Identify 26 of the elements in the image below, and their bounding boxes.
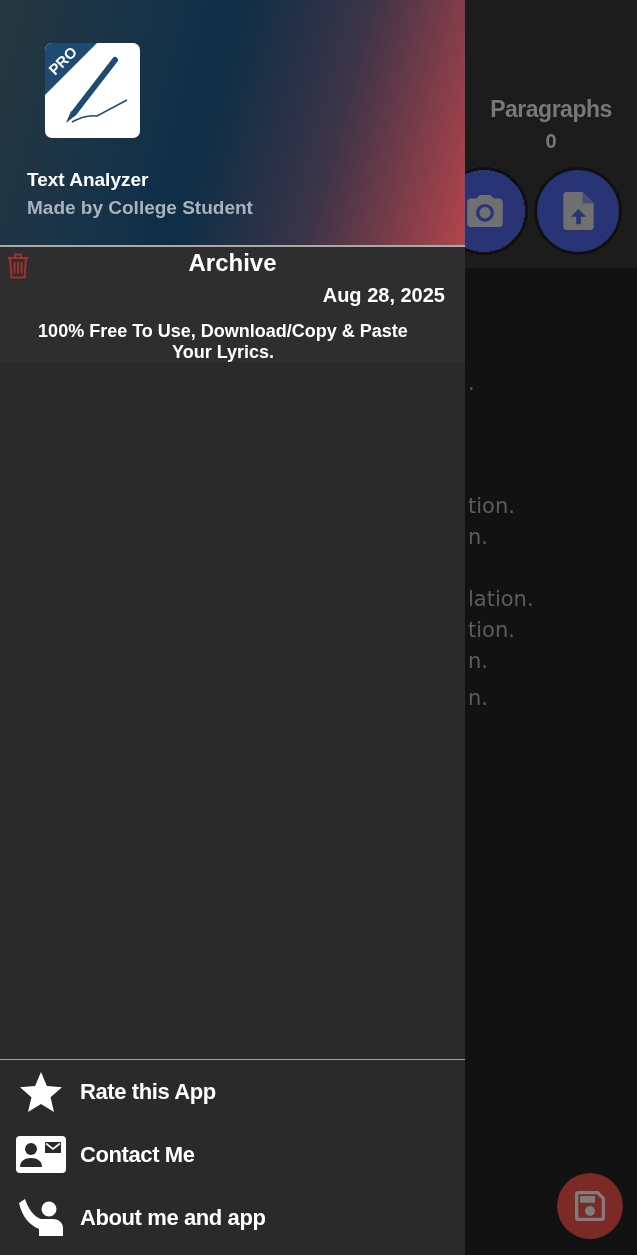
menu-item[interactable]: About me and app [0,1186,272,1249]
archive-date: Aug 28, 2025 [321,283,446,307]
trash-icon [7,253,29,279]
text-line: tion. [468,617,515,644]
upload-file-icon [562,192,594,230]
archive-title: Archive [187,249,278,277]
person-waving-icon [19,1199,63,1236]
text-line: . [468,370,475,397]
contact-card-icon [16,1136,66,1173]
app-title: Text Analyzer [27,168,150,192]
stat-label: Paragraphs [490,95,612,123]
text-line: n. [468,524,488,551]
app-subtitle: Made by College Student [27,196,254,220]
archive-description: 100% Free To Use, Download/Copy & Paste Your Lyrics. [37,321,409,363]
text-line: n. [468,648,488,675]
text-line: tion. [468,493,515,520]
text-line: n. [468,685,488,712]
text-line: lation. [468,586,534,613]
save-icon [575,1191,605,1221]
camera-button[interactable] [465,167,528,255]
menu-item[interactable]: Contact Me [0,1123,201,1186]
archive-item[interactable]: Archive Aug 28, 2025 100% Free To Use, Download/Copy & Paste Your Lyrics. [0,247,465,362]
camera-icon [467,195,503,227]
star-icon [20,1071,62,1112]
stat-value: 0 [545,129,557,153]
menu-item[interactable]: Rate this App [0,1060,222,1123]
